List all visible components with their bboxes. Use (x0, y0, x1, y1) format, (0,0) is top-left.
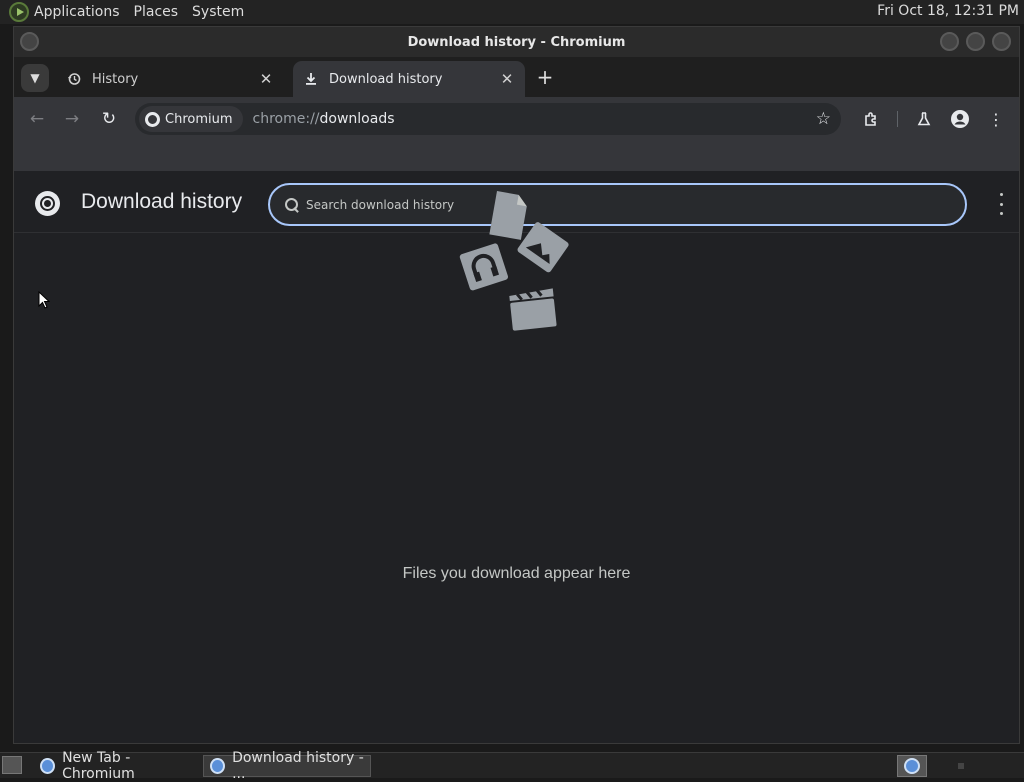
chromium-icon (210, 758, 226, 774)
window-menu-button[interactable] (20, 32, 39, 51)
clock[interactable]: Fri Oct 18, 12:31 PM (877, 3, 1019, 19)
window-title: Download history - Chromium (407, 34, 626, 50)
taskbar-item-label: New Tab - Chromium (62, 750, 135, 782)
toolbar: ← → ↻ Chromium chrome://downloads ☆ ⋮ (14, 97, 1019, 141)
tray-indicator (958, 763, 964, 769)
applications-menu[interactable]: Applications (34, 4, 120, 20)
close-icon[interactable]: ✕ (256, 69, 276, 89)
tray-chromium-icon[interactable] (897, 755, 927, 777)
tab-search-button[interactable]: ▼ (21, 64, 49, 92)
address-bar[interactable]: Chromium chrome://downloads ☆ (135, 103, 841, 135)
page-title: Download history (81, 190, 243, 213)
search-icon (284, 197, 300, 213)
close-icon[interactable]: ✕ (497, 69, 517, 89)
more-actions-icon[interactable] (997, 193, 1005, 215)
forward-button[interactable]: → (61, 108, 83, 130)
taskbar: New Tab - Chromium Download history - ..… (0, 750, 1024, 782)
toolbar-divider (897, 111, 898, 127)
tab-download-history[interactable]: Download history ✕ (293, 61, 525, 97)
new-tab-button[interactable]: + (534, 65, 556, 89)
bookmark-star-icon[interactable]: ☆ (816, 109, 831, 129)
url-host: downloads (319, 111, 395, 127)
minimize-button[interactable] (940, 32, 959, 51)
empty-state-message: Files you download appear here (402, 565, 631, 582)
site-chip-label: Chromium (165, 111, 233, 127)
search-box[interactable] (268, 183, 967, 226)
url-text[interactable]: chrome://downloads (253, 111, 395, 127)
maximize-button[interactable] (966, 32, 985, 51)
arrow-left-icon: ← (29, 109, 45, 129)
window-titlebar[interactable]: Download history - Chromium (14, 27, 1019, 57)
browser-window: Download history - Chromium ▼ History ✕ … (13, 26, 1020, 744)
search-input[interactable] (306, 197, 906, 212)
system-menu[interactable]: System (192, 4, 244, 20)
chromium-icon (40, 758, 56, 774)
labs-flask-icon[interactable] (913, 108, 935, 130)
reload-icon: ↻ (101, 109, 117, 129)
tab-history[interactable]: History ✕ (56, 61, 284, 97)
site-info-chip[interactable]: Chromium (139, 106, 243, 132)
back-button[interactable]: ← (26, 108, 48, 130)
downloads-page: Download history Search download history… (14, 175, 1019, 743)
download-icon (303, 71, 319, 87)
history-icon (66, 71, 82, 87)
url-scheme: chrome:// (252, 111, 320, 127)
chromium-logo-icon (145, 111, 160, 127)
browser-menu-icon[interactable]: ⋮ (985, 108, 1007, 130)
top-panel: Applications Places System Fri Oct 18, 1… (0, 0, 1024, 24)
show-desktop-icon[interactable] (2, 756, 22, 774)
taskbar-item-new-tab[interactable]: New Tab - Chromium (34, 750, 196, 782)
empty-downloads-illustration (459, 191, 569, 331)
chevron-down-icon: ▼ (30, 71, 40, 85)
plus-icon: + (536, 65, 554, 89)
tab-label: History (92, 71, 139, 87)
profile-avatar-icon[interactable] (949, 108, 971, 130)
tab-strip: ▼ History ✕ Download history ✕ + (14, 57, 1019, 97)
tab-label: Download history (329, 71, 443, 87)
reload-button[interactable]: ↻ (98, 108, 120, 130)
places-menu[interactable]: Places (134, 4, 179, 20)
mouse-cursor-icon (38, 291, 50, 309)
taskbar-item-download-history[interactable]: Download history - ... (203, 750, 371, 782)
arrow-right-icon: → (64, 109, 80, 129)
taskbar-item-label: Download history - ... (232, 750, 364, 782)
bookmark-bar (14, 141, 1019, 171)
distro-logo-icon[interactable] (9, 2, 29, 22)
close-window-button[interactable] (992, 32, 1011, 51)
extensions-icon[interactable] (860, 108, 882, 130)
chromium-logo-icon (35, 191, 60, 216)
